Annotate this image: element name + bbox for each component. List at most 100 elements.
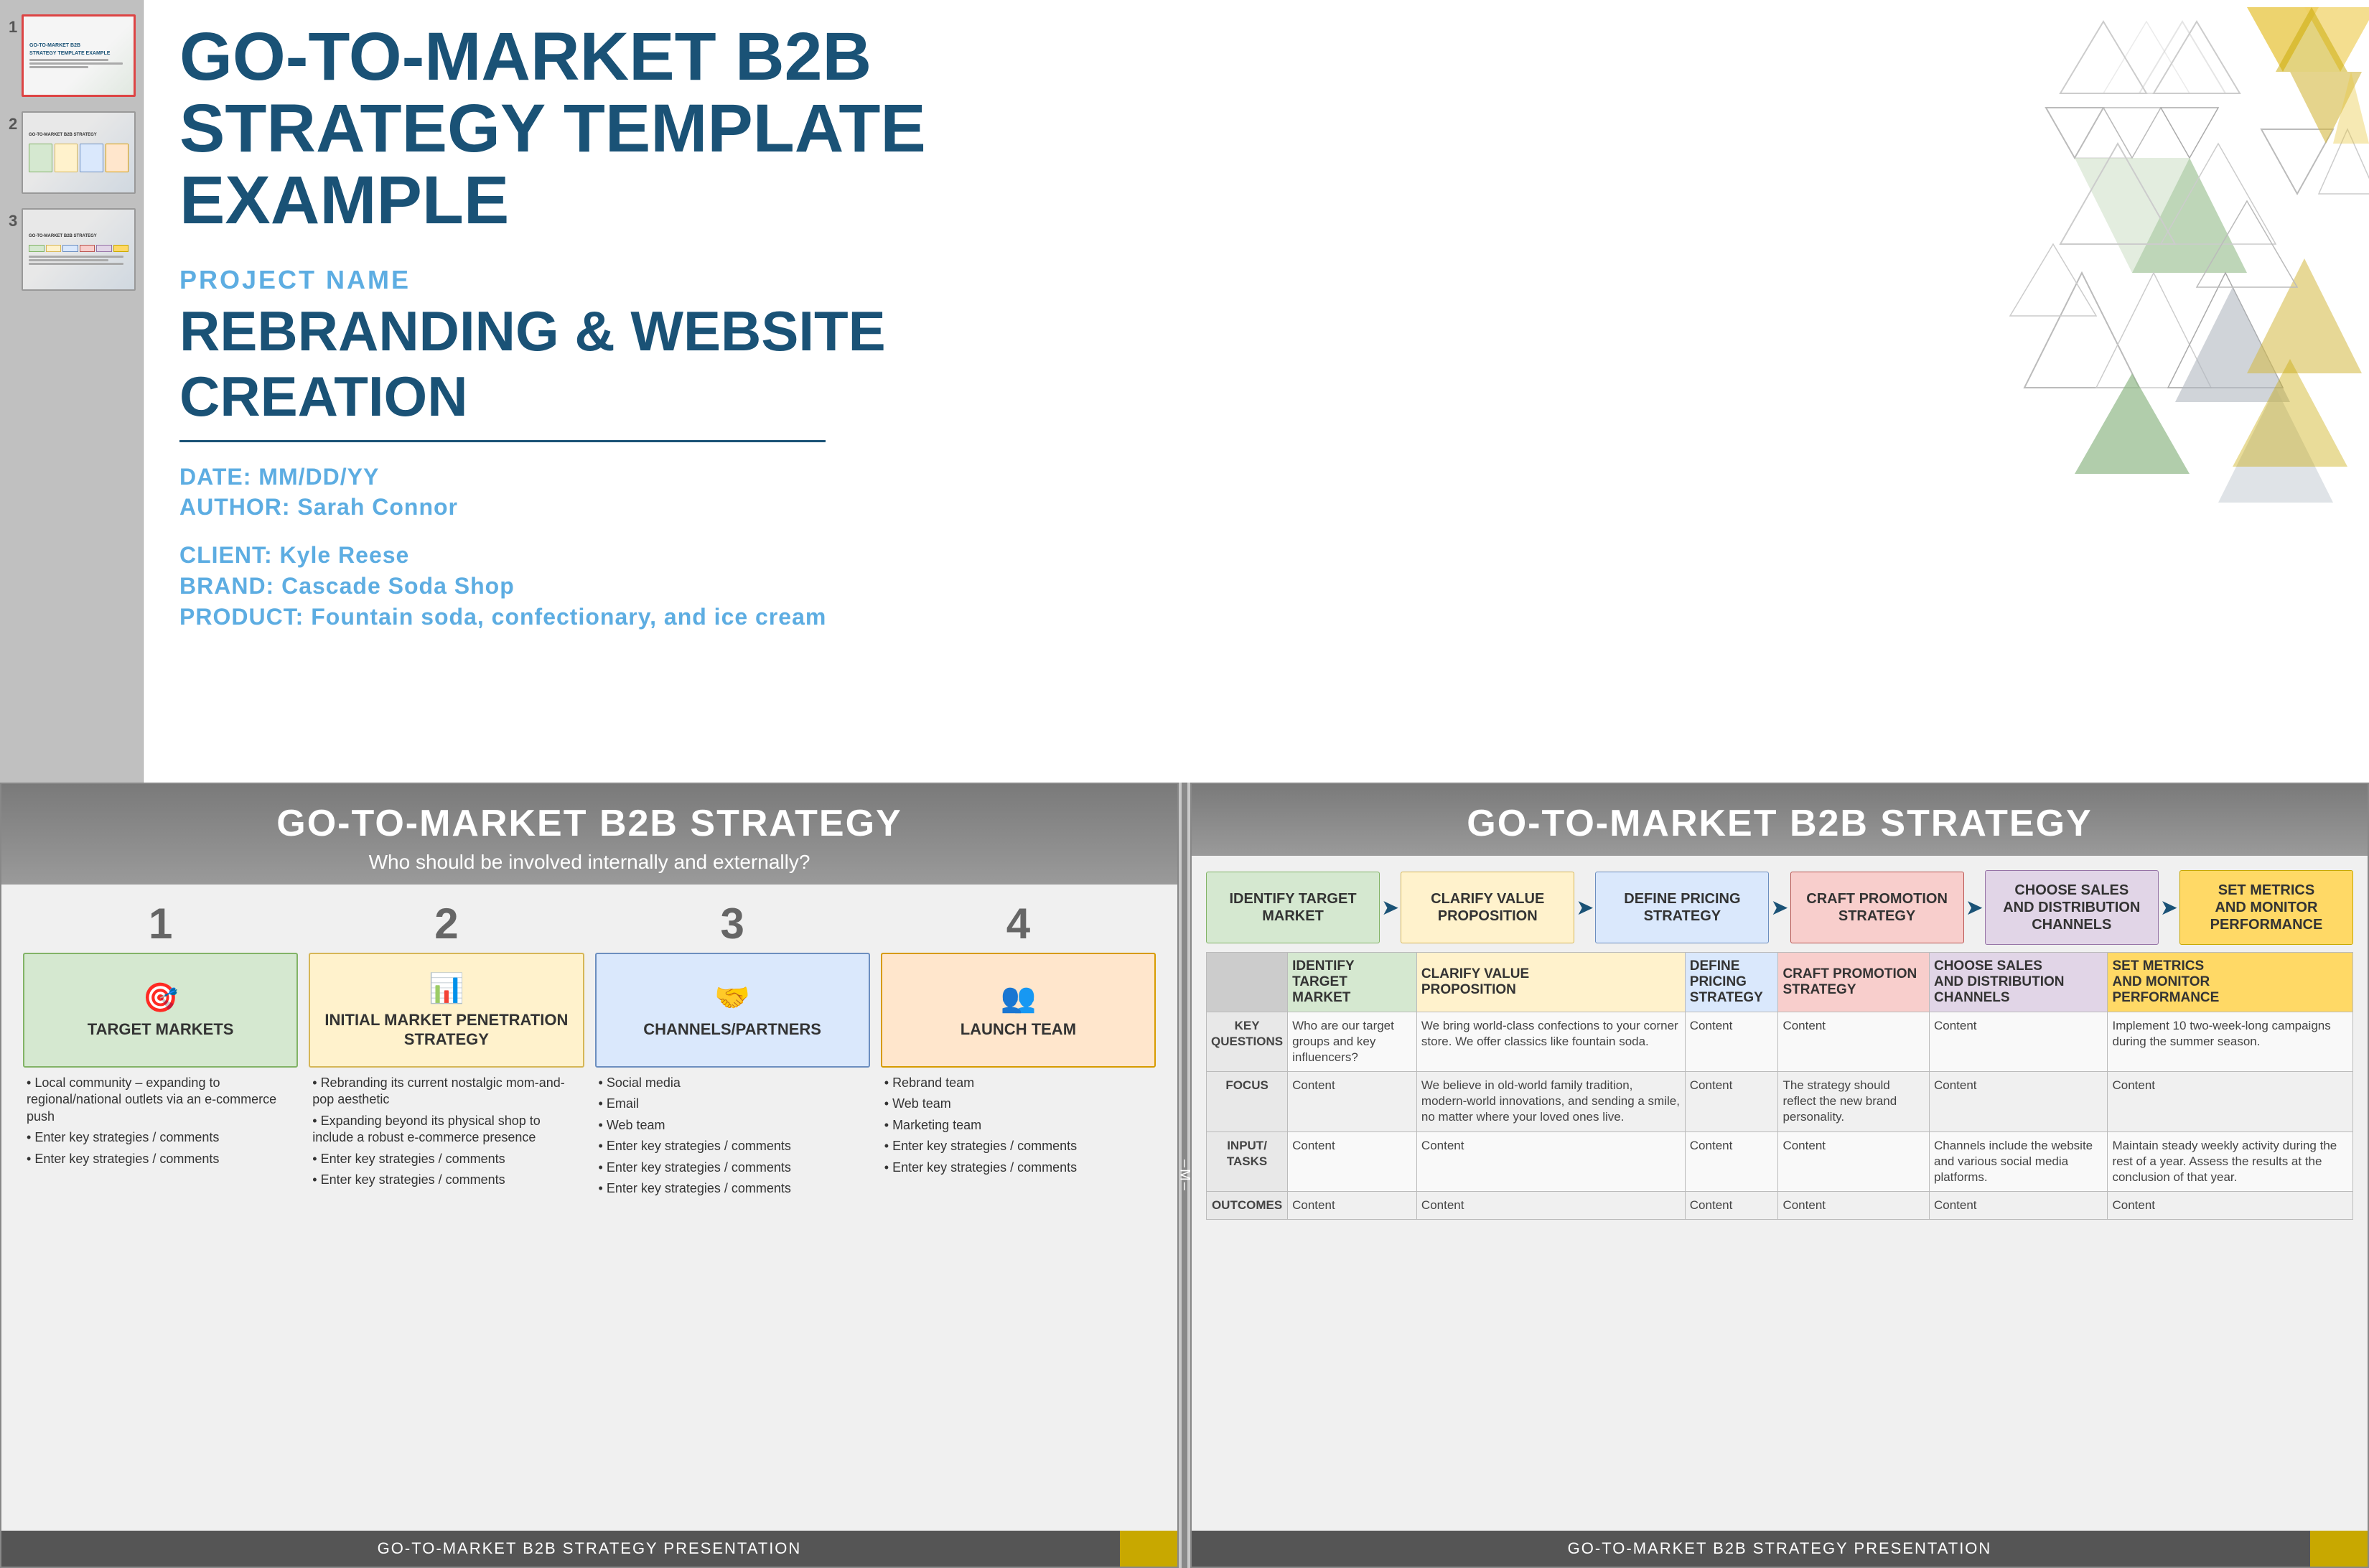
col-number-3: 3 — [720, 902, 744, 946]
cell-focus-2: We believe in old-world family tradition… — [1416, 1072, 1685, 1131]
slide-number-3: 3 — [9, 212, 17, 230]
bullet-2-1: Expanding beyond its physical shop to in… — [312, 1113, 580, 1147]
cell-kq-3: Content — [1685, 1012, 1778, 1072]
flow-step-5: CHOOSE SALESAND DISTRIBUTIONCHANNELS — [1985, 870, 2159, 945]
table-row-tasks: INPUT/TASKS Content Content Content Cont… — [1207, 1131, 2353, 1191]
client-field: CLIENT: Kyle Reese — [179, 542, 1041, 569]
bullet-1-0: Local community – expanding to regional/… — [27, 1075, 294, 1125]
flow-label-6: SET METRICSAND MONITORPERFORMANCE — [2210, 882, 2323, 933]
flow-label-3: DEFINE PRICINGSTRATEGY — [1624, 890, 1740, 925]
main-slide-1: GO-TO-MARKET B2B STRATEGY TEMPLATE EXAMP… — [144, 0, 2369, 783]
col-number-4: 4 — [1006, 902, 1030, 946]
top-section: 1 GO-TO-MARKET B2B STRATEGY TEMPLATE EXA… — [0, 0, 2369, 783]
strategy-grid: 1 🎯 TARGET MARKETS Local community – exp… — [1, 885, 1177, 1212]
col-launch-team: 4 👥 LAUNCH TEAM Rebrand team Web team Ma… — [881, 902, 1156, 1201]
bullet-4-3: Enter key strategies / comments — [884, 1138, 1152, 1154]
row-label-focus: FOCUS — [1207, 1072, 1288, 1131]
flow-arrow-1: ➤ — [1380, 895, 1401, 920]
launch-team-box: 👥 LAUNCH TEAM — [881, 953, 1156, 1068]
row-label-kq: KEYQUESTIONS — [1207, 1012, 1288, 1072]
slide-thumb-3[interactable]: GO-TO-MARKET B2B STRATEGY — [22, 208, 136, 291]
col-header-6: SET METRICSAND MONITORPERFORMANCE — [2108, 953, 2353, 1012]
cell-kq-5: Content — [1929, 1012, 2107, 1072]
cell-focus-5: Content — [1929, 1072, 2107, 1131]
flow-step-3: DEFINE PRICINGSTRATEGY — [1595, 872, 1769, 943]
market-penetration-box: 📊 INITIAL MARKET PENETRATION STRATEGY — [309, 953, 584, 1068]
slide-thumb-1[interactable]: GO-TO-MARKET B2B STRATEGY TEMPLATE EXAMP… — [22, 14, 136, 97]
cell-outcomes-6: Content — [2108, 1191, 2353, 1219]
flow-arrow-3: ➤ — [1769, 895, 1790, 920]
sidebar: 1 GO-TO-MARKET B2B STRATEGY TEMPLATE EXA… — [0, 0, 144, 783]
flow-label-1: IDENTIFY TARGETMARKET — [1230, 890, 1357, 925]
thumb-title-2: GO-TO-MARKET B2B STRATEGY — [29, 133, 97, 138]
slide2-header: GO-TO-MARKET B2B STRATEGY Who should be … — [1, 784, 1177, 885]
flow-label-2: CLARIFY VALUEPROPOSITION — [1431, 890, 1544, 925]
cell-tasks-2: Content — [1416, 1131, 1685, 1191]
col-channels-partners: 3 🤝 CHANNELS/PARTNERS Social media Email… — [595, 902, 870, 1201]
cell-tasks-6: Maintain steady weekly activity during t… — [2108, 1131, 2353, 1191]
col-bullets-4: Rebrand team Web team Marketing team Ent… — [881, 1075, 1156, 1180]
flow-label-5: CHOOSE SALESAND DISTRIBUTIONCHANNELS — [2003, 882, 2140, 933]
col-header-0 — [1207, 953, 1288, 1012]
cell-outcomes-2: Content — [1416, 1191, 1685, 1219]
channels-icon: 🤝 — [714, 981, 750, 1014]
footer-accent-3 — [2310, 1531, 2368, 1567]
bullet-4-4: Enter key strategies / comments — [884, 1159, 1152, 1176]
bullet-1-2: Enter key strategies / comments — [27, 1151, 294, 1167]
cell-tasks-4: Content — [1778, 1131, 1930, 1191]
bullet-3-2: Web team — [599, 1117, 866, 1134]
table-row-outcomes: OUTCOMES Content Content Content Content… — [1207, 1191, 2353, 1219]
cell-tasks-1: Content — [1288, 1131, 1417, 1191]
col-header-3: DEFINE PRICINGSTRATEGY — [1685, 953, 1778, 1012]
col-header-4: CRAFT PROMOTIONSTRATEGY — [1778, 953, 1930, 1012]
col-label-1: TARGET MARKETS — [88, 1020, 234, 1039]
flow-arrow-4: ➤ — [1964, 895, 1985, 920]
channels-box: 🤝 CHANNELS/PARTNERS — [595, 953, 870, 1068]
bullet-2-3: Enter key strategies / comments — [312, 1172, 580, 1188]
bullet-3-5: Enter key strategies / comments — [599, 1180, 866, 1197]
divider — [179, 440, 826, 442]
flow-arrow-2: ➤ — [1574, 895, 1595, 920]
penetration-icon: 📊 — [429, 971, 464, 1005]
thumb-line — [29, 263, 123, 265]
bullet-1-1: Enter key strategies / comments — [27, 1129, 294, 1146]
table-row-kq: KEYQUESTIONS Who are our target groups a… — [1207, 1012, 2353, 1072]
strategy-table: IDENTIFY TARGETMARKET CLARIFY VALUEPROPO… — [1206, 952, 2353, 1220]
thumb-title-1b: STRATEGY TEMPLATE EXAMPLE — [29, 51, 110, 57]
cell-outcomes-3: Content — [1685, 1191, 1778, 1219]
target-markets-box: 🎯 TARGET MARKETS — [23, 953, 298, 1068]
bullet-3-1: Email — [599, 1096, 866, 1112]
col-bullets-2: Rebranding its current nostalgic mom-and… — [309, 1075, 584, 1193]
row-label-outcomes: OUTCOMES — [1207, 1191, 1288, 1219]
thumb-line — [29, 256, 123, 258]
slide2-title: GO-TO-MARKET B2B STRATEGY — [30, 802, 1149, 845]
product-field: PRODUCT: Fountain soda, confectionary, a… — [179, 604, 1041, 630]
flow-step-4: CRAFT PROMOTIONSTRATEGY — [1790, 872, 1964, 943]
flow-step-1: IDENTIFY TARGETMARKET — [1206, 872, 1380, 943]
col-number-2: 2 — [434, 902, 458, 946]
target-icon: 🎯 — [143, 981, 179, 1014]
thumb-line — [29, 66, 88, 68]
thumb-line — [29, 62, 123, 65]
cell-focus-6: Content — [2108, 1072, 2353, 1131]
cell-tasks-3: Content — [1685, 1131, 1778, 1191]
flow-step-2: CLARIFY VALUEPROPOSITION — [1401, 872, 1574, 943]
author-field: AUTHOR: Sarah Connor — [179, 494, 1041, 521]
col-bullets-3: Social media Email Web team Enter key st… — [595, 1075, 870, 1201]
slide-thumb-2[interactable]: GO-TO-MARKET B2B STRATEGY — [22, 111, 136, 194]
slide-2: GO-TO-MARKET B2B STRATEGY Who should be … — [0, 783, 1179, 1568]
client-info: CLIENT: Kyle Reese BRAND: Cascade Soda S… — [179, 542, 1041, 630]
main-title: GO-TO-MARKET B2B STRATEGY TEMPLATE EXAMP… — [179, 22, 1041, 236]
launch-icon: 👥 — [1000, 981, 1036, 1014]
bullet-2-2: Enter key strategies / comments — [312, 1151, 580, 1167]
col-market-penetration: 2 📊 INITIAL MARKET PENETRATION STRATEGY … — [309, 902, 584, 1201]
row-label-tasks: INPUT/TASKS — [1207, 1131, 1288, 1191]
col-header-2: CLARIFY VALUEPROPOSITION — [1416, 953, 1685, 1012]
bullet-3-4: Enter key strategies / comments — [599, 1159, 866, 1176]
cell-kq-4: Content — [1778, 1012, 1930, 1072]
slide2-subtitle: Who should be involved internally and ex… — [30, 851, 1149, 874]
cell-tasks-5: Channels include the website and various… — [1929, 1131, 2107, 1191]
slide-number-1: 1 — [9, 18, 17, 37]
slide-separator: –M– — [1182, 783, 1187, 1568]
col-label-3: CHANNELS/PARTNERS — [643, 1020, 821, 1039]
